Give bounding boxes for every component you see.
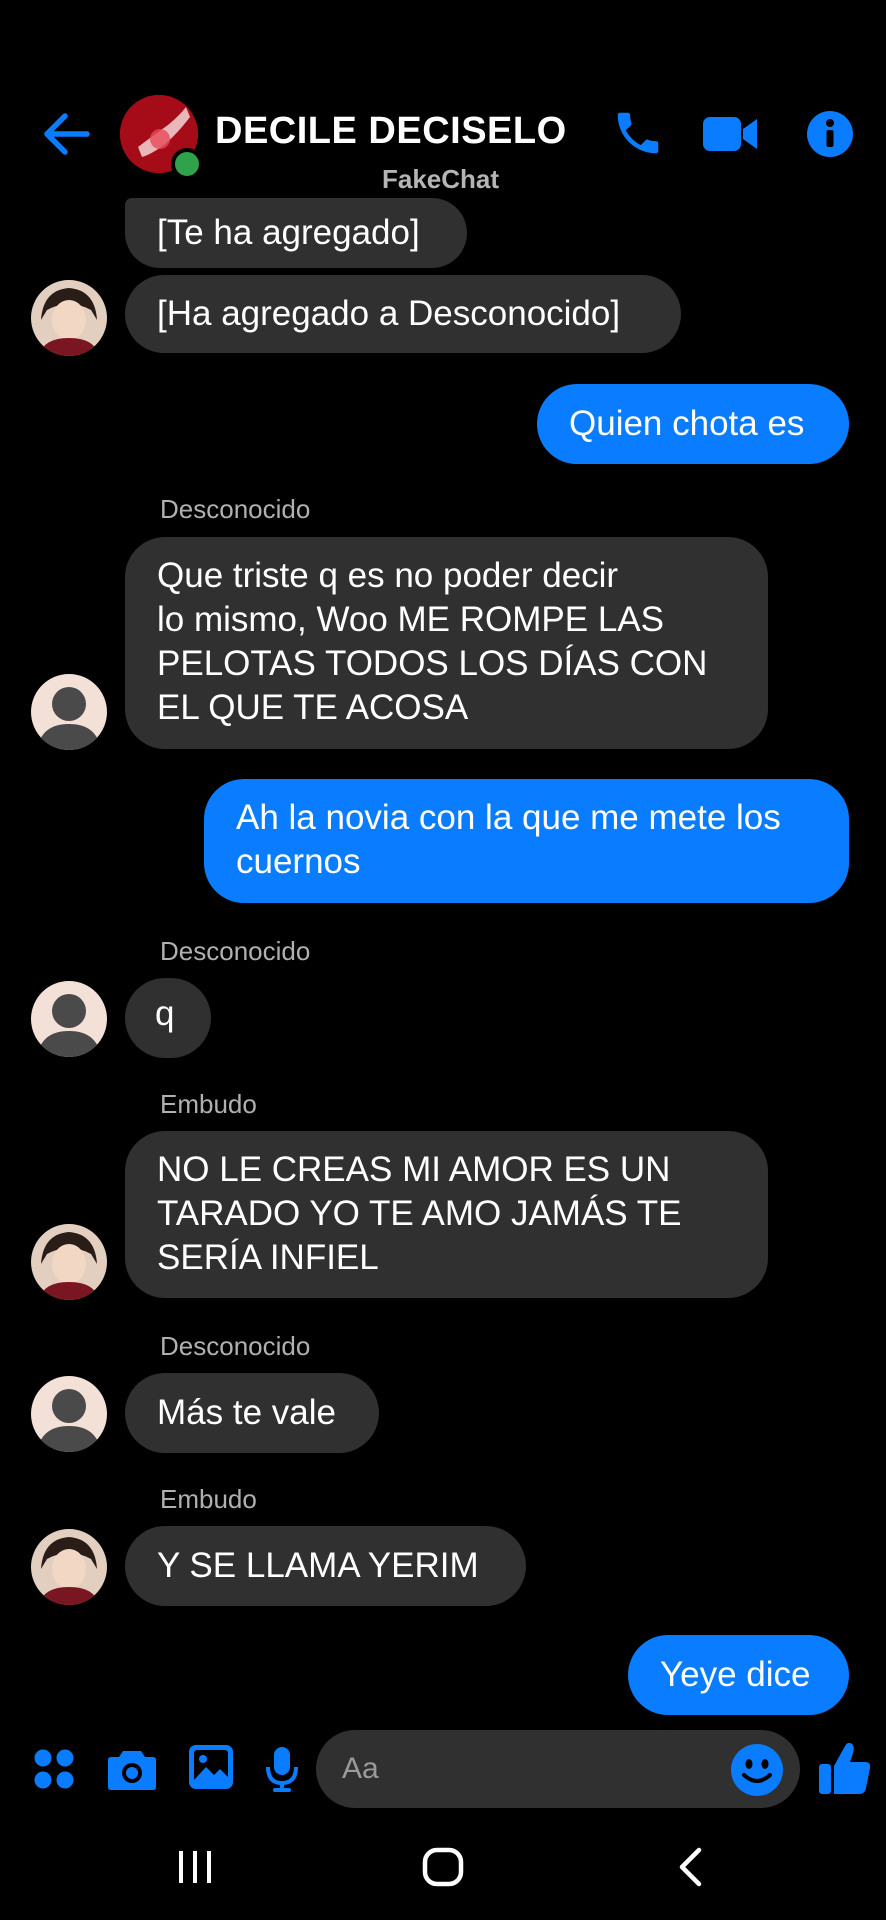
emoji-icon xyxy=(731,1744,783,1796)
message-bubble[interactable]: Más te vale xyxy=(125,1373,379,1453)
chat-title[interactable]: DECILE DECISELO xyxy=(215,110,567,153)
message-bubble[interactable]: [Ha agregado a Desconocido] xyxy=(125,275,681,353)
avatar[interactable] xyxy=(31,981,107,1057)
call-button[interactable] xyxy=(610,105,666,161)
recent-apps-icon xyxy=(179,1851,211,1883)
avatar[interactable] xyxy=(31,1224,107,1300)
avatar[interactable] xyxy=(31,280,107,356)
thumbs-up-icon xyxy=(819,1742,871,1794)
sender-name: Desconocido xyxy=(160,1331,311,1361)
message-bubble[interactable]: [Te ha agregado] xyxy=(125,198,467,268)
online-status-dot xyxy=(171,148,203,180)
input-placeholder: Aa xyxy=(342,1752,379,1785)
camera-button[interactable] xyxy=(106,1743,158,1795)
recent-apps-button[interactable] xyxy=(170,1845,220,1889)
apps-grid-icon xyxy=(34,1749,74,1789)
camera-icon xyxy=(108,1751,156,1790)
video-call-button[interactable] xyxy=(700,108,760,160)
voice-button[interactable] xyxy=(262,1743,302,1795)
avatar[interactable] xyxy=(31,1529,107,1605)
back-arrow-icon xyxy=(44,113,90,155)
message-bubble[interactable]: Y SE LLAMA YERIM xyxy=(125,1526,526,1606)
video-camera-icon xyxy=(703,117,757,151)
message-bubble[interactable]: q xyxy=(125,978,211,1058)
microphone-icon xyxy=(266,1747,298,1792)
avatar[interactable] xyxy=(31,1376,107,1452)
message-bubble[interactable]: NO LE CREAS MI AMOR ES UN TARADO YO TE A… xyxy=(125,1131,768,1298)
avatar[interactable] xyxy=(31,674,107,750)
back-icon xyxy=(679,1847,702,1887)
gallery-button[interactable] xyxy=(186,1742,236,1792)
info-button[interactable] xyxy=(804,108,856,160)
image-icon xyxy=(189,1745,233,1789)
sender-name: Embudo xyxy=(160,1089,257,1119)
info-icon xyxy=(807,111,853,157)
back-button[interactable] xyxy=(38,108,94,160)
message-input[interactable] xyxy=(316,1730,800,1808)
message-bubble[interactable]: Ah la novia con la que me mete los cuern… xyxy=(204,779,849,903)
sender-name: Desconocido xyxy=(160,936,311,966)
message-bubble[interactable]: Que triste q es no poder decir lo mismo,… xyxy=(125,537,768,749)
watermark-text: FakeChat xyxy=(382,164,500,194)
sender-name: Embudo xyxy=(160,1484,257,1514)
emoji-button[interactable] xyxy=(729,1742,785,1798)
phone-icon xyxy=(617,112,659,154)
nav-back-button[interactable] xyxy=(668,1845,712,1889)
apps-button[interactable] xyxy=(30,1745,78,1793)
message-bubble[interactable]: Quien chota es xyxy=(537,384,849,464)
message-bubble[interactable]: Yeye dice xyxy=(628,1635,849,1715)
home-button[interactable] xyxy=(418,1845,468,1889)
home-icon xyxy=(422,1847,464,1887)
sender-name: Desconocido xyxy=(160,494,311,524)
like-button[interactable] xyxy=(816,1738,872,1798)
